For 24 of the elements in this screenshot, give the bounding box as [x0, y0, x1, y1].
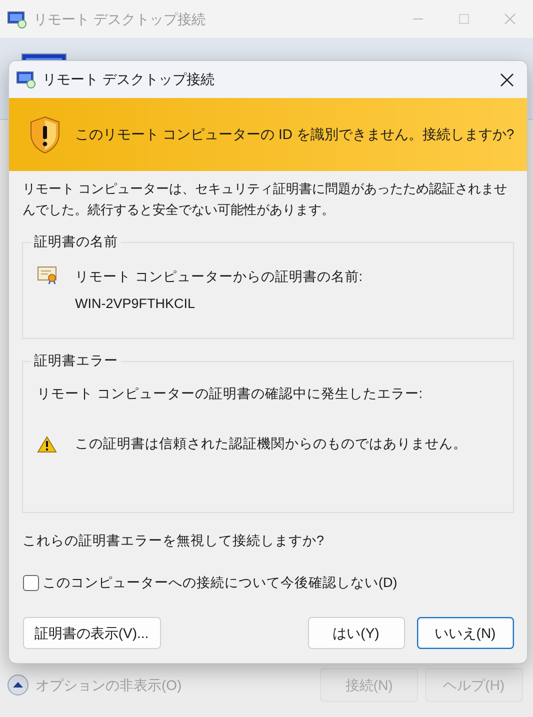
message-text: リモート コンピューターは、セキュリティ証明書に問題があったため認証されませんでした。続行すると安全でない可能性があります。 [22, 180, 508, 219]
dont-ask-checkbox[interactable]: このコンピューターへの接続について今後確認しない(D) [9, 573, 527, 594]
label-text: リモート コンピューターからの証明書の名前: [75, 268, 363, 286]
warning-icon [37, 436, 57, 453]
question-text: これらの証明書エラーを無視して接続しますか? [22, 532, 326, 550]
yes-button[interactable]: はい(Y) [308, 617, 404, 650]
remote-desktop-icon [6, 10, 27, 29]
error-intro: リモート コンピューターの証明書の確認中に発生したエラー: [37, 384, 424, 403]
close-button[interactable] [500, 72, 514, 86]
certificate-name: WIN-2VP9FTHKCIL [75, 294, 196, 313]
group-title: 証明書エラー [31, 352, 121, 370]
window-title: リモート デスクトップ接続 [34, 10, 206, 28]
view-certificate-button[interactable]: 証明書の表示(V)... [22, 617, 160, 650]
shield-warning-icon [29, 116, 62, 154]
certificate-icon [37, 264, 59, 285]
dialog-title: リモート デスクトップ接続 [42, 70, 214, 89]
group-title: 証明書の名前 [31, 232, 121, 251]
close-icon[interactable] [504, 13, 516, 25]
banner-text: このリモート コンピューターの ID を識別できません。接続しますか? [74, 125, 514, 144]
maximize-icon[interactable] [458, 13, 470, 25]
collapse-icon[interactable] [6, 674, 29, 696]
no-button[interactable]: いいえ(N) [416, 617, 514, 650]
remote-desktop-icon [16, 71, 36, 90]
error-text: この証明書は信頼された認証機関からのものではありません。 [75, 435, 467, 453]
